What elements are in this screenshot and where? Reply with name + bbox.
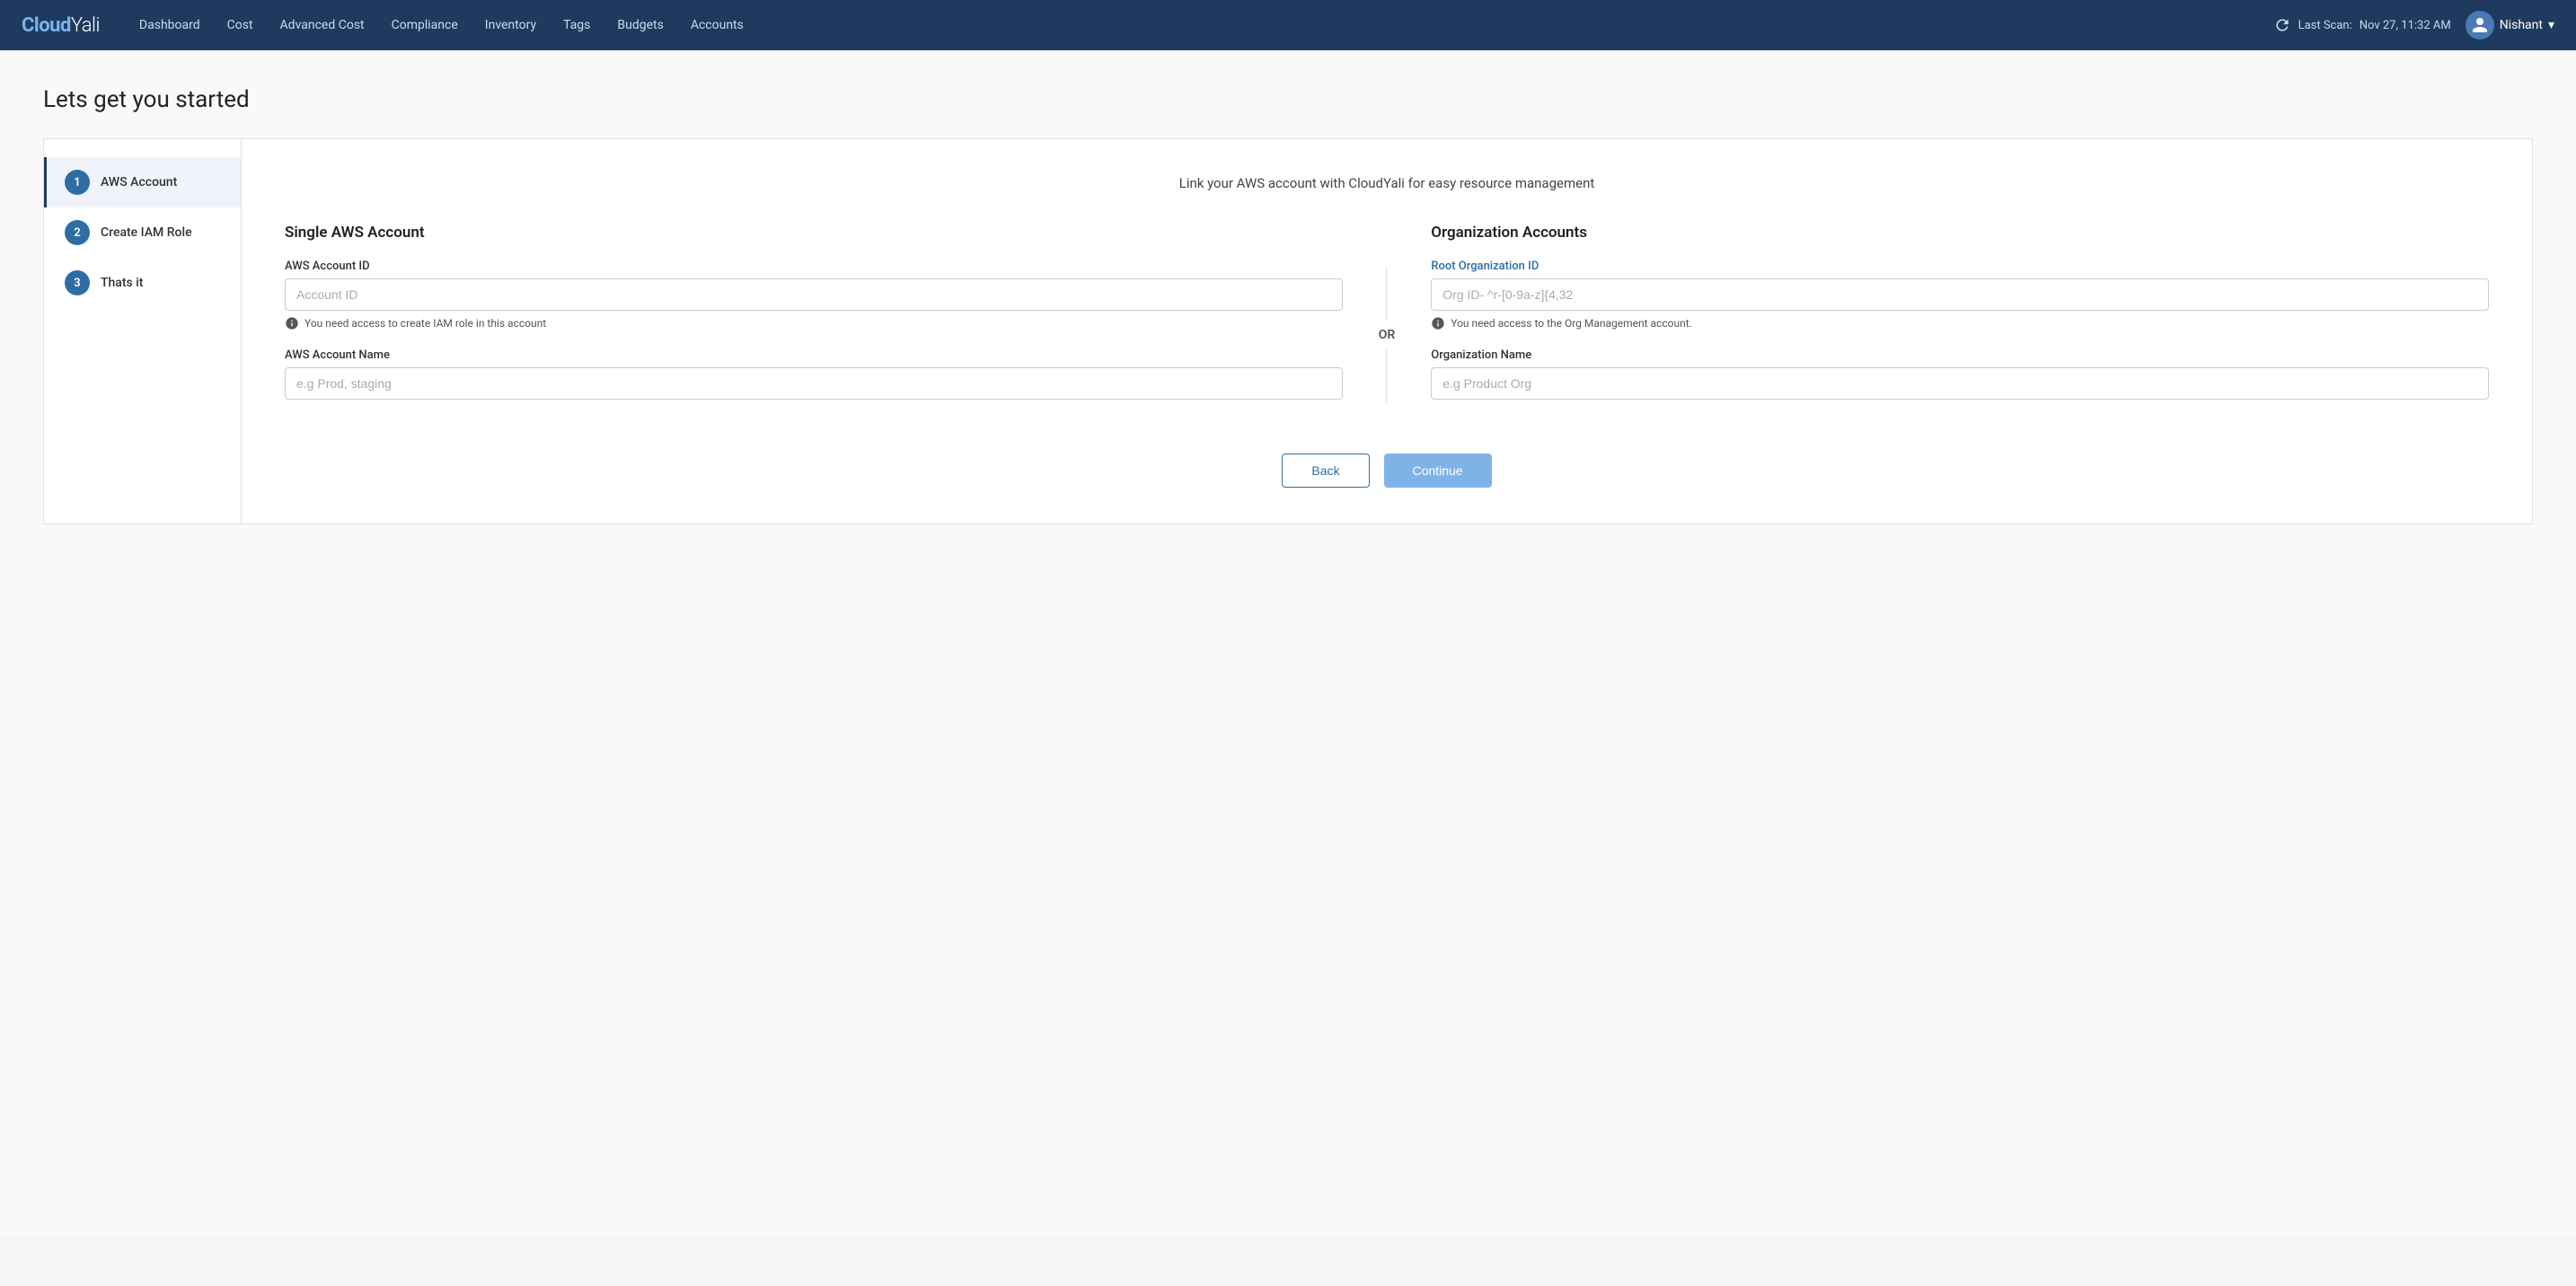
brand-cloud: Cloud: [22, 14, 71, 37]
steps-sidebar: 1 AWS Account 2 Create IAM Role 3 Thats …: [43, 138, 241, 524]
org-name-label: Organization Name: [1431, 348, 2489, 362]
aws-account-id-group: AWS Account ID You need access to create…: [285, 260, 1343, 330]
root-org-id-group: Root Organization ID You need access to …: [1431, 260, 2489, 330]
org-name-input[interactable]: [1431, 367, 2489, 400]
last-scan-info: Last Scan: Nov 27, 11:32 AM: [2273, 16, 2451, 34]
divider-top: [1386, 267, 1387, 321]
aws-account-name-group: AWS Account Name: [285, 348, 1343, 400]
form-actions: Back Continue: [285, 454, 2489, 488]
nav-item-advanced-cost[interactable]: Advanced Cost: [269, 13, 375, 38]
aws-account-name-label: AWS Account Name: [285, 348, 1343, 362]
brand-yali: Yali: [71, 14, 100, 37]
nav-item-accounts[interactable]: Accounts: [680, 13, 754, 38]
step-3-circle: 3: [65, 270, 90, 295]
panel-subtitle: Link your AWS account with CloudYali for…: [285, 175, 2489, 191]
hint-icon-org: [1431, 316, 1445, 330]
nav-item-compliance[interactable]: Compliance: [381, 13, 469, 38]
user-avatar: [2466, 11, 2494, 40]
user-menu[interactable]: Nishant ▾: [2466, 11, 2554, 40]
aws-account-id-label: AWS Account ID: [285, 260, 1343, 273]
nav-links: Dashboard Cost Advanced Cost Compliance …: [128, 13, 2273, 38]
user-chevron: ▾: [2548, 18, 2554, 32]
navbar: CloudYali Dashboard Cost Advanced Cost C…: [0, 0, 2576, 50]
nav-item-dashboard[interactable]: Dashboard: [128, 13, 211, 38]
step-2-circle: 2: [65, 220, 90, 245]
single-aws-heading: Single AWS Account: [285, 224, 1343, 242]
org-accounts-section: Organization Accounts Root Organization …: [1431, 224, 2489, 418]
root-org-id-input[interactable]: [1431, 278, 2489, 311]
hint-icon-account: [285, 316, 299, 330]
step-1-label: AWS Account: [101, 175, 177, 189]
or-divider-container: OR: [1372, 224, 1403, 403]
nav-right: Last Scan: Nov 27, 11:32 AM Nishant ▾: [2273, 11, 2554, 40]
brand-logo[interactable]: CloudYali: [22, 14, 100, 37]
aws-account-id-input[interactable]: [285, 278, 1343, 311]
root-org-hint: You need access to the Org Management ac…: [1431, 316, 2489, 330]
accounts-grid: Single AWS Account AWS Account ID You ne…: [285, 224, 2489, 418]
main-panel: Link your AWS account with CloudYali for…: [241, 138, 2533, 524]
last-scan-prefix: Last Scan:: [2298, 19, 2352, 32]
org-name-group: Organization Name: [1431, 348, 2489, 400]
nav-item-inventory[interactable]: Inventory: [474, 13, 547, 38]
last-scan-time: Nov 27, 11:32 AM: [2360, 19, 2451, 32]
aws-account-id-hint: You need access to create IAM role in th…: [285, 316, 1343, 330]
page-title: Lets get you started: [43, 86, 2533, 113]
or-label: OR: [1372, 321, 1403, 349]
continue-button[interactable]: Continue: [1384, 454, 1492, 488]
aws-account-name-input[interactable]: [285, 367, 1343, 400]
single-aws-section: Single AWS Account AWS Account ID You ne…: [285, 224, 1343, 418]
back-button[interactable]: Back: [1282, 454, 1369, 488]
step-2-label: Create IAM Role: [101, 225, 192, 240]
divider-bottom: [1386, 349, 1387, 403]
nav-item-cost[interactable]: Cost: [216, 13, 264, 38]
root-org-id-label[interactable]: Root Organization ID: [1431, 260, 2489, 273]
layout: 1 AWS Account 2 Create IAM Role 3 Thats …: [43, 138, 2533, 524]
step-1[interactable]: 1 AWS Account: [44, 157, 241, 207]
nav-item-budgets[interactable]: Budgets: [606, 13, 674, 38]
org-accounts-heading: Organization Accounts: [1431, 224, 2489, 242]
step-3[interactable]: 3 Thats it: [44, 258, 241, 308]
user-name: Nishant: [2500, 18, 2543, 32]
step-1-circle: 1: [65, 170, 90, 195]
step-2[interactable]: 2 Create IAM Role: [44, 207, 241, 258]
refresh-icon[interactable]: [2273, 16, 2291, 34]
step-3-label: Thats it: [101, 276, 143, 290]
page-content: Lets get you started 1 AWS Account 2 Cre…: [0, 50, 2576, 1236]
nav-item-tags[interactable]: Tags: [552, 13, 601, 38]
